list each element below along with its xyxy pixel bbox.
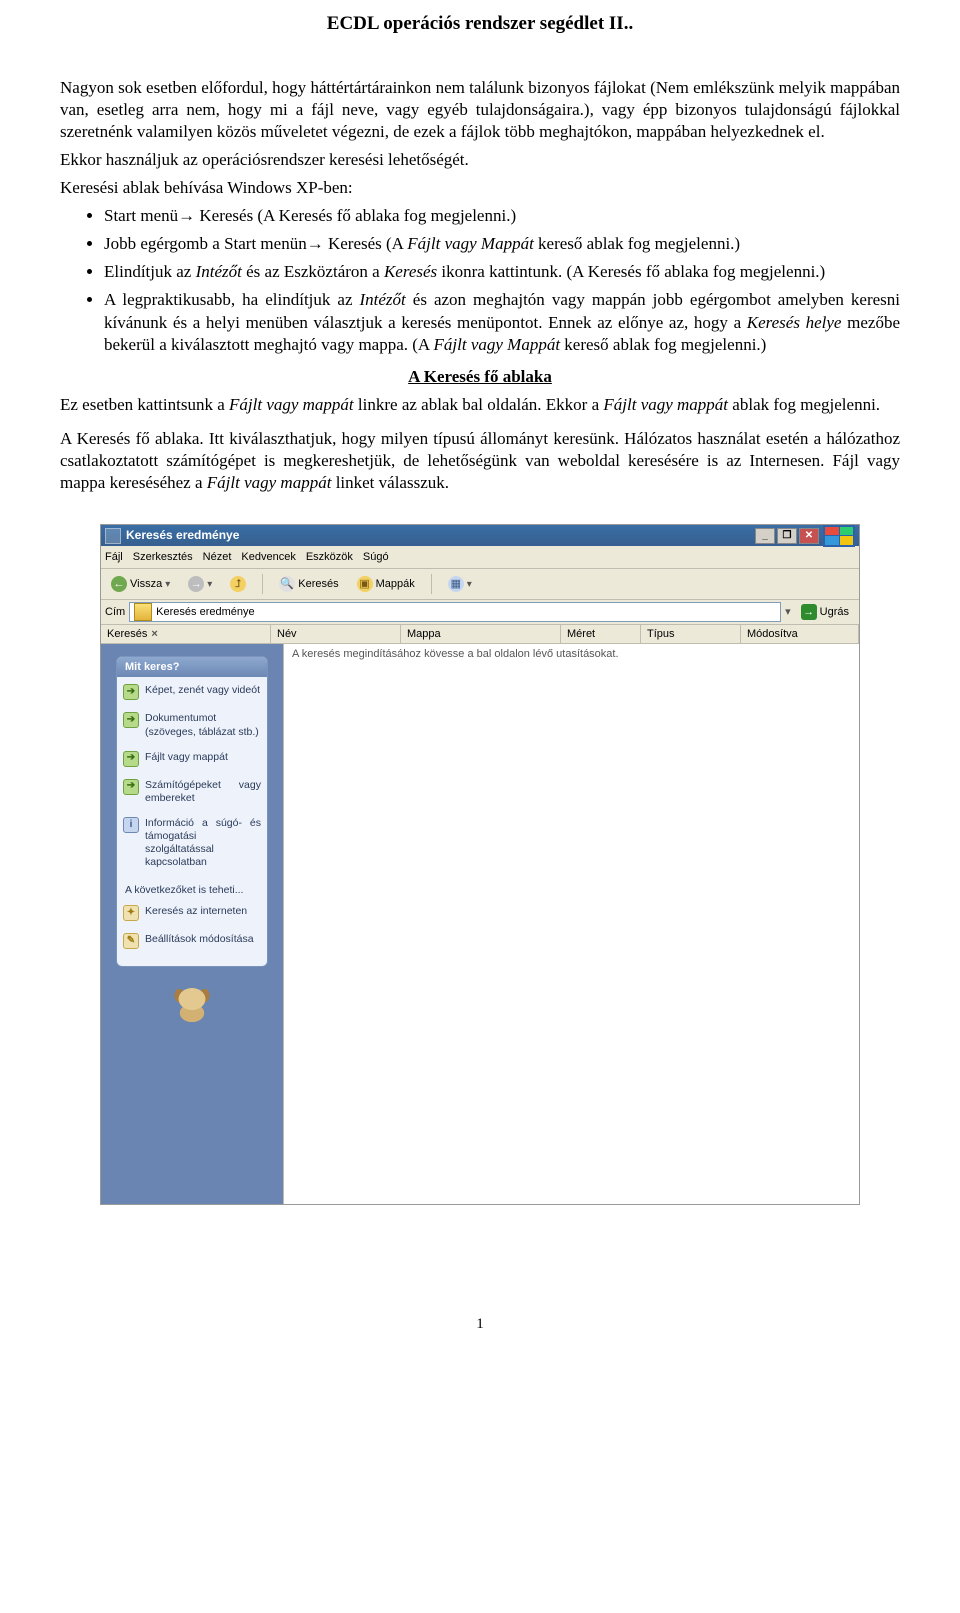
views-button[interactable]: ▦ — [442, 575, 478, 593]
address-folder-icon — [134, 603, 152, 621]
search-dog-icon — [157, 977, 227, 1035]
search-button[interactable]: 🔍Keresés — [273, 575, 344, 593]
folders-button[interactable]: ▣Mappák — [351, 575, 421, 593]
search-option-media[interactable]: ➔Képet, zenét vagy videót — [123, 681, 261, 703]
gear-icon: ✎ — [123, 933, 139, 949]
search-box-title: Mit keres? — [117, 657, 267, 677]
list-item: Jobb egérgomb a Start menün→ Keresés (A … — [104, 233, 900, 255]
search-option-help[interactable]: iInformáció a súgó- és támogatási szolgá… — [123, 814, 261, 873]
results-area: A keresés megindításához kövesse a bal o… — [283, 644, 859, 1204]
minimize-button[interactable]: _ — [755, 528, 775, 544]
col-size[interactable]: Méret — [561, 625, 641, 643]
menu-favorites[interactable]: Kedvencek — [241, 550, 295, 564]
close-panel-icon[interactable]: × — [151, 627, 157, 641]
search-option-documents[interactable]: ➔Dokumentumot (szöveges, táblázat stb.) — [123, 709, 261, 741]
search-companion-pane: Mit keres? ➔Képet, zenét vagy videót ➔Do… — [101, 644, 283, 1204]
address-input[interactable]: Keresés eredménye — [129, 602, 781, 622]
forward-button[interactable]: → — [182, 575, 218, 593]
toolbar: ←Vissza → ⮥ 🔍Keresés ▣Mappák ▦ — [101, 569, 859, 600]
folders-icon: ▣ — [357, 576, 373, 592]
col-type[interactable]: Típus — [641, 625, 741, 643]
list-item: Elindítjuk az Intézőt és az Eszköztáron … — [104, 261, 900, 283]
menu-help[interactable]: Súgó — [363, 550, 389, 564]
column-headers: Keresés× Név Mappa Méret Típus Módosítva — [101, 625, 859, 644]
results-hint: A keresés megindításához kövesse a bal o… — [292, 648, 619, 660]
arrow-icon: ➔ — [123, 712, 139, 728]
xp-search-window: Keresés eredménye _ ❐ ✕ Fájl Szerkesztés… — [100, 524, 860, 1205]
page-number: 1 — [60, 1315, 900, 1335]
address-label: Cím — [105, 605, 125, 619]
back-arrow-icon: ← — [111, 576, 127, 592]
col-folder[interactable]: Mappa — [401, 625, 561, 643]
window-title: Keresés eredménye — [126, 528, 239, 544]
forward-arrow-icon: → — [188, 576, 204, 592]
maximize-button[interactable]: ❐ — [777, 528, 797, 544]
list-item: Start menü→ Keresés (A Keresés fő ablaka… — [104, 205, 900, 227]
search-option-files[interactable]: ➔Fájlt vagy mappát — [123, 748, 261, 770]
window-icon — [105, 528, 121, 544]
folder-up-icon: ⮥ — [230, 576, 246, 592]
info-icon: i — [123, 817, 139, 833]
menu-view[interactable]: Nézet — [203, 550, 232, 564]
address-bar: Cím Keresés eredménye ▾ →Ugrás — [101, 600, 859, 625]
menu-file[interactable]: Fájl — [105, 550, 123, 564]
search-icon: 🔍 — [279, 576, 295, 592]
paragraph: A Keresés fő ablaka. Itt kiválaszthatjuk… — [60, 428, 900, 494]
menu-edit[interactable]: Szerkesztés — [133, 550, 193, 564]
menu-bar: Fájl Szerkesztés Nézet Kedvencek Eszközö… — [101, 546, 859, 569]
address-value: Keresés eredménye — [156, 605, 254, 619]
go-arrow-icon: → — [801, 604, 817, 620]
search-settings[interactable]: ✎Beállítások módosítása — [123, 930, 261, 952]
paragraph: Nagyon sok esetben előfordul, hogy hátté… — [60, 77, 900, 143]
search-internet[interactable]: ✦Keresés az interneten — [123, 902, 261, 924]
back-button[interactable]: ←Vissza — [105, 575, 176, 593]
up-button[interactable]: ⮥ — [224, 575, 252, 593]
document-page: ECDL operációs rendszer segédlet II.. Na… — [0, 0, 960, 1375]
col-name[interactable]: Név — [271, 625, 401, 643]
window-titlebar[interactable]: Keresés eredménye _ ❐ ✕ — [101, 525, 859, 546]
views-icon: ▦ — [448, 576, 464, 592]
section-heading: A Keresés fő ablaka — [60, 366, 900, 388]
document-title: ECDL operációs rendszer segédlet II.. — [60, 12, 900, 37]
windows-logo-icon — [823, 525, 855, 547]
globe-icon: ✦ — [123, 905, 139, 921]
search-box-main: Mit keres? ➔Képet, zenét vagy videót ➔Do… — [116, 656, 268, 967]
paragraph: Keresési ablak behívása Windows XP-ben: — [60, 177, 900, 199]
bullet-list: Start menü→ Keresés (A Keresés fő ablaka… — [60, 205, 900, 356]
search-panel-header: Keresés× — [101, 625, 271, 643]
list-item: A legpraktikusabb, ha elindítjuk az Inté… — [104, 289, 900, 355]
go-button[interactable]: →Ugrás — [795, 604, 855, 620]
search-option-computers[interactable]: ➔Számítógépeket vagy embereket — [123, 776, 261, 808]
close-button[interactable]: ✕ — [799, 528, 819, 544]
paragraph: Ez esetben kattintsunk a Fájlt vagy mapp… — [60, 394, 900, 416]
also-can-title: A következőket is teheti... — [117, 878, 267, 898]
arrow-icon: ➔ — [123, 751, 139, 767]
col-modified[interactable]: Módosítva — [741, 625, 859, 643]
work-area: Mit keres? ➔Képet, zenét vagy videót ➔Do… — [101, 644, 859, 1204]
menu-tools[interactable]: Eszközök — [306, 550, 353, 564]
arrow-icon: ➔ — [123, 779, 139, 795]
arrow-icon: ➔ — [123, 684, 139, 700]
paragraph: Ekkor használjuk az operációsrendszer ke… — [60, 149, 900, 171]
